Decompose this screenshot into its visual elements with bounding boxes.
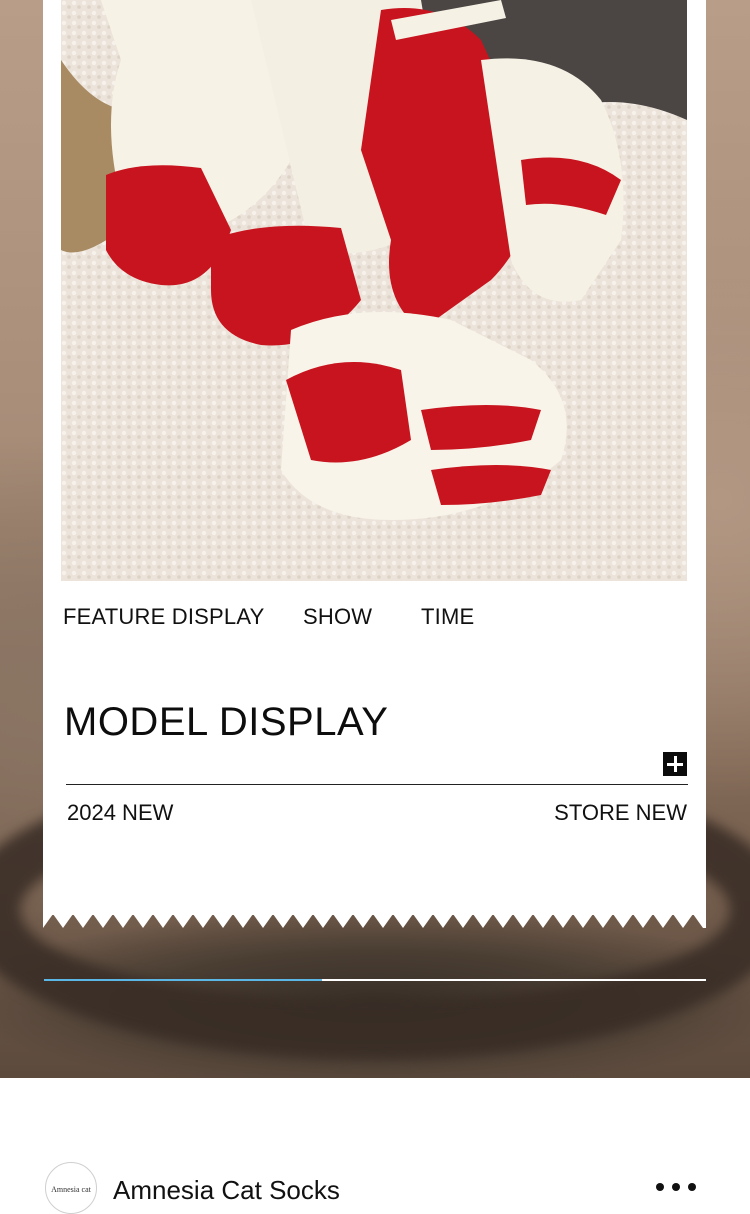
year-caption: 2024 NEW — [67, 800, 174, 825]
plus-icon[interactable] — [663, 752, 687, 776]
feature-display-label[interactable]: FEATURE DISPLAY — [63, 604, 264, 630]
product-photo[interactable] — [61, 0, 687, 581]
store-caption: STORE NEW — [554, 800, 687, 825]
more-dots-icon[interactable] — [654, 1180, 698, 1194]
time-label[interactable]: TIME — [421, 604, 474, 630]
divider — [66, 784, 688, 785]
section-title: MODEL DISPLAY — [64, 700, 389, 744]
carousel-progress-fill — [44, 979, 323, 981]
zigzag-edge — [43, 912, 706, 928]
store-avatar[interactable]: Amnesia cat — [45, 1162, 97, 1214]
avatar-text: Amnesia cat — [51, 1185, 91, 1194]
store-name[interactable]: Amnesia Cat Socks — [113, 1175, 340, 1206]
feature-nav: FEATURE DISPLAY SHOW TIME — [63, 604, 683, 634]
show-label[interactable]: SHOW — [303, 604, 372, 630]
carousel-progress-track — [44, 979, 706, 981]
